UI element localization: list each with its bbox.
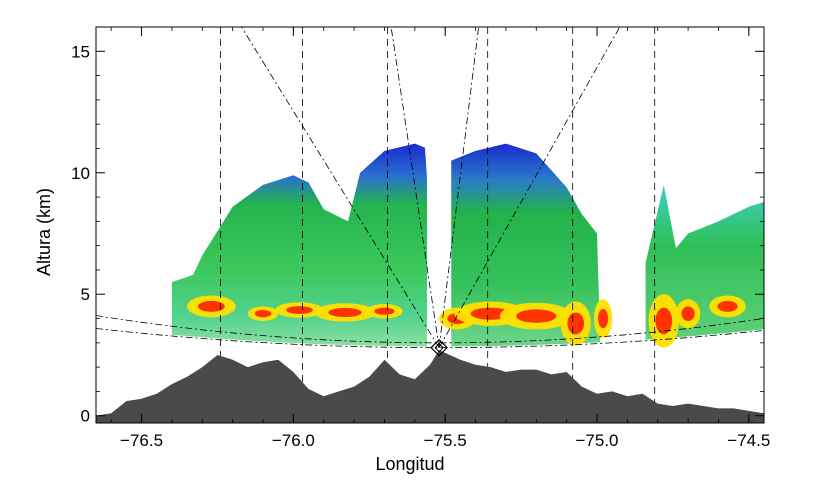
plot-area bbox=[96, 27, 764, 423]
bright-band-core bbox=[681, 306, 695, 321]
bright-band-core bbox=[567, 312, 585, 335]
x-tick-label: −76.5 bbox=[120, 431, 163, 450]
bright-band-core bbox=[286, 306, 313, 314]
y-tick-label: 0 bbox=[81, 407, 90, 426]
x-tick-label: −76.0 bbox=[272, 431, 315, 450]
bright-band-core bbox=[374, 307, 395, 315]
bright-band-core bbox=[328, 307, 362, 318]
bright-band-core bbox=[254, 310, 272, 318]
x-tick-label: −74.5 bbox=[727, 431, 770, 450]
bright-band-core bbox=[516, 309, 557, 323]
x-tick-label: −75.5 bbox=[424, 431, 467, 450]
terrain-profile bbox=[96, 350, 764, 423]
y-tick-label: 10 bbox=[71, 164, 90, 183]
bright-band-core bbox=[598, 308, 609, 329]
x-tick-label: −75.0 bbox=[575, 431, 618, 450]
y-axis-title: Altura (km) bbox=[34, 188, 54, 276]
y-tick-label: 15 bbox=[71, 42, 90, 61]
radar-cross-section-chart: −76.5 −76.0 −75.5 −75.0 −74.5 0 5 10 15 Longitud… bbox=[34, 26, 770, 474]
bright-band-core bbox=[717, 300, 738, 312]
y-tick-label: 5 bbox=[81, 285, 90, 304]
x-axis-title: Longitud bbox=[375, 454, 444, 474]
